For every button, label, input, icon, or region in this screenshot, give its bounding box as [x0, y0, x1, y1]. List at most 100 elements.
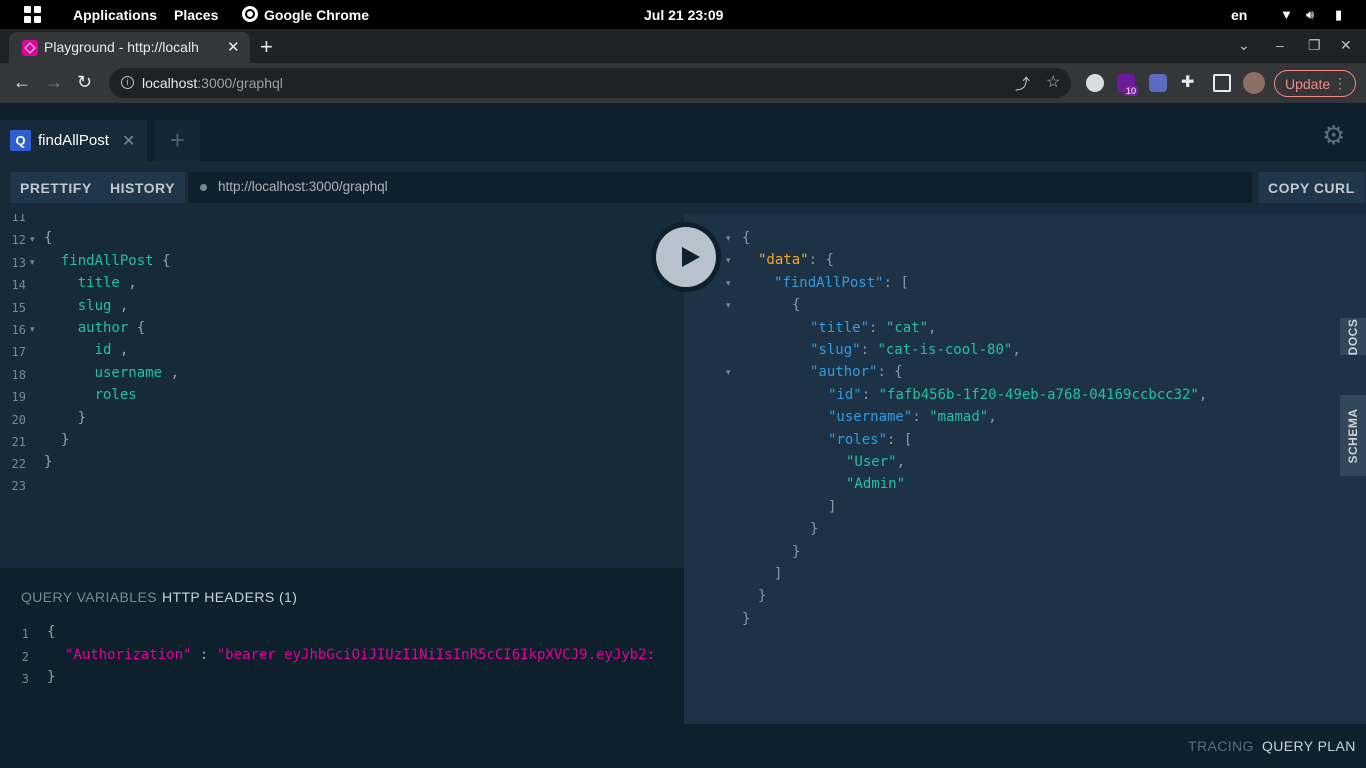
- profile-avatar[interactable]: [1243, 72, 1265, 94]
- result-line: }: [742, 611, 751, 627]
- query-plan-tab[interactable]: QUERY PLAN: [1262, 738, 1356, 754]
- window-close-icon[interactable]: ✕: [1340, 37, 1352, 54]
- line-number: 12: [11, 233, 26, 247]
- language-indicator[interactable]: en: [1231, 7, 1247, 23]
- more-menu-icon[interactable]: ⋮: [1333, 75, 1347, 92]
- fold-arrow-icon[interactable]: ▾: [30, 234, 35, 245]
- variables-panel: QUERY VARIABLES HTTP HEADERS (1) 1 {2 "Aut…: [0, 568, 684, 768]
- result-line: "title": "cat",: [810, 320, 937, 336]
- result-line: ]: [774, 566, 783, 582]
- chrome-icon: [242, 6, 258, 22]
- result-line: "data": {: [758, 252, 834, 268]
- tracing-tab[interactable]: TRACING: [1188, 738, 1254, 754]
- site-info-icon[interactable]: i: [121, 76, 134, 89]
- extension-badge: 10: [1124, 86, 1139, 96]
- line-number: 2: [21, 650, 29, 664]
- result-bottom-bar: TRACING QUERY PLAN: [684, 724, 1366, 768]
- url-path: :3000/graphql: [197, 75, 283, 91]
- extension-translate-icon[interactable]: [1149, 74, 1167, 92]
- tab-search-icon[interactable]: ⌄: [1238, 37, 1250, 54]
- volume-icon[interactable]: 🔊︎: [1306, 7, 1314, 23]
- result-line: "findAllPost": [: [774, 275, 909, 291]
- fold-arrow-icon[interactable]: ▾: [30, 257, 35, 268]
- url-host: localhost: [142, 75, 198, 91]
- fold-arrow-icon[interactable]: ▾: [726, 300, 731, 311]
- settings-gear-icon[interactable]: ⚙: [1322, 120, 1345, 151]
- reload-icon[interactable]: ↻: [77, 72, 92, 93]
- code-line: username ,: [94, 365, 179, 381]
- update-button[interactable]: Update ⋮: [1274, 70, 1356, 97]
- fold-arrow-icon[interactable]: ▾: [726, 278, 731, 289]
- playground-tab[interactable]: Q findAllPost ✕: [0, 120, 147, 161]
- line-number: 21: [11, 435, 26, 449]
- code-line: title ,: [77, 275, 137, 291]
- copy-curl-button[interactable]: COPY CURL: [1258, 172, 1365, 203]
- code-line: author {: [77, 320, 146, 336]
- result-line: }: [758, 588, 767, 604]
- endpoint-input[interactable]: http://localhost:3000/graphql: [188, 172, 1252, 203]
- result-line: {: [742, 230, 751, 246]
- http-headers-tab[interactable]: HTTP HEADERS (1): [162, 589, 297, 605]
- extension-face-icon[interactable]: [1086, 74, 1104, 92]
- fold-arrow-icon[interactable]: ▾: [726, 367, 731, 378]
- side-panel-icon[interactable]: [1213, 74, 1231, 92]
- update-label: Update: [1285, 76, 1331, 92]
- system-top-bar: Applications Places Google Chrome Jul 21…: [0, 0, 1366, 29]
- fold-arrow-icon[interactable]: ▾: [726, 255, 731, 266]
- fold-arrow-icon[interactable]: ▾: [726, 233, 731, 244]
- graphql-favicon-icon: [22, 40, 38, 56]
- history-button[interactable]: HISTORY: [100, 172, 185, 203]
- code-line: {: [44, 230, 53, 246]
- result-line: "id": "fafb456b-1f20-49eb-a768-04169ccbc…: [828, 387, 1208, 403]
- line-number: 14: [11, 278, 26, 292]
- applications-menu[interactable]: Applications: [73, 7, 157, 23]
- connection-status-dot: [200, 184, 207, 191]
- line-number: 22: [11, 457, 26, 471]
- playground-tab-name: findAllPost: [38, 132, 109, 149]
- maximize-icon[interactable]: ❐: [1308, 37, 1321, 54]
- query-editor[interactable]: 11 12 ▾ {13 ▾ findAllPost {14 title , 15 slug…: [0, 214, 684, 568]
- execute-query-button[interactable]: [651, 222, 721, 292]
- play-icon: [682, 247, 700, 267]
- new-tab-button[interactable]: +: [260, 34, 273, 60]
- wifi-icon[interactable]: ▼: [1280, 7, 1293, 22]
- line-number: 23: [11, 479, 26, 493]
- bookmark-star-icon[interactable]: ☆: [1046, 72, 1060, 92]
- app-grid-icon[interactable]: [24, 6, 41, 23]
- close-playground-tab-icon[interactable]: ✕: [122, 131, 135, 151]
- prettify-button[interactable]: PRETTIFY: [10, 172, 102, 203]
- line-number: 20: [11, 413, 26, 427]
- code-line: findAllPost {: [60, 253, 171, 269]
- playground-tab-bar: [0, 103, 1366, 161]
- back-icon[interactable]: ←: [13, 72, 31, 93]
- places-menu[interactable]: Places: [174, 7, 218, 23]
- code-line: }: [77, 410, 87, 426]
- result-line: "author": {: [810, 364, 903, 380]
- address-bar[interactable]: i localhost:3000/graphql ⤴ ☆: [109, 68, 1071, 98]
- result-line: "roles": [: [828, 432, 913, 448]
- endpoint-url: http://localhost:3000/graphql: [218, 179, 388, 194]
- line-number: 13: [11, 256, 26, 270]
- add-playground-tab-button[interactable]: +: [155, 120, 200, 161]
- result-line: "Admin": [846, 476, 906, 492]
- share-icon[interactable]: ⤴: [1015, 73, 1030, 94]
- query-variables-tab[interactable]: QUERY VARIABLES: [21, 589, 157, 605]
- browser-tab[interactable]: Playground - http://localh ✕: [9, 32, 250, 63]
- code-line: slug ,: [77, 298, 129, 314]
- extensions-puzzle-icon[interactable]: ✚: [1181, 72, 1199, 91]
- result-pane: ▾ {▾ "data": {▾ "findAllPost": [▾ {"title": …: [684, 214, 1366, 724]
- line-number: 3: [21, 672, 29, 686]
- line-number: 15: [11, 301, 26, 315]
- battery-icon[interactable]: ▮: [1335, 7, 1342, 23]
- close-tab-icon[interactable]: ✕: [227, 38, 240, 56]
- result-line: }: [810, 521, 819, 537]
- minimize-icon[interactable]: –: [1276, 37, 1284, 53]
- active-app-name[interactable]: Google Chrome: [264, 7, 369, 23]
- query-badge: Q: [10, 130, 31, 151]
- forward-icon[interactable]: →: [45, 72, 63, 93]
- schema-side-tab[interactable]: SCHEMA: [1340, 395, 1366, 476]
- result-line: "username": "mamad",: [828, 409, 997, 425]
- docs-side-tab[interactable]: DOCS: [1340, 318, 1366, 355]
- clock[interactable]: Jul 21 23:09: [644, 7, 723, 23]
- fold-arrow-icon[interactable]: ▾: [30, 324, 35, 335]
